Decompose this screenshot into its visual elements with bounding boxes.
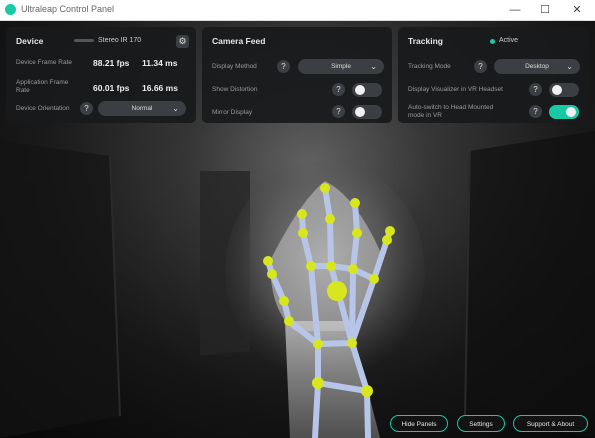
- display-method-select[interactable]: Simple ⌄: [298, 59, 384, 74]
- tracking-status: Active: [499, 37, 519, 44]
- mirror-display-toggle[interactable]: [352, 105, 382, 119]
- toggle-knob: [552, 85, 562, 95]
- tracking-mode-help-icon[interactable]: ?: [474, 60, 487, 73]
- window-title: Ultraleap Control Panel: [21, 4, 115, 14]
- mirror-display-label: Mirror Display: [212, 109, 253, 116]
- app-frame-rate-label: Application Frame Rate: [16, 79, 68, 95]
- device-orientation-label: Device Orientation: [16, 105, 70, 112]
- tracking-mode-value: Desktop: [525, 63, 549, 70]
- auto-switch-label-line1: Auto-switch to Head Mounted: [408, 104, 494, 111]
- chevron-down-icon: ⌄: [370, 62, 377, 71]
- show-distortion-toggle[interactable]: [352, 83, 382, 97]
- support-about-button[interactable]: Support & About: [513, 415, 588, 432]
- toggle-knob: [355, 85, 365, 95]
- vr-visualizer-label: Display Visualizer in VR Headset: [408, 86, 503, 93]
- vr-visualizer-help-icon[interactable]: ?: [529, 83, 542, 96]
- device-orientation-value: Normal: [131, 105, 153, 112]
- ultraleap-logo-icon: [5, 4, 16, 15]
- camera-viewport: Device Stereo IR 170 ⚙ Device Frame Rate…: [0, 21, 595, 438]
- device-panel: Device Stereo IR 170 ⚙ Device Frame Rate…: [6, 27, 196, 123]
- maximize-button[interactable]: ☐: [530, 0, 560, 20]
- camera-feed-panel: Camera Feed Display Method ? Simple ⌄ Sh…: [202, 27, 392, 123]
- minimize-button[interactable]: —: [500, 0, 530, 20]
- app-frame-rate-ms: 16.66 ms: [142, 83, 178, 93]
- mirror-display-help-icon[interactable]: ?: [332, 105, 345, 118]
- device-settings-icon[interactable]: ⚙: [176, 35, 189, 48]
- device-name: Stereo IR 170: [98, 37, 142, 44]
- tracking-mode-select[interactable]: Desktop ⌄: [494, 59, 580, 74]
- title-bar: Ultraleap Control Panel — ☐ ✕: [0, 0, 595, 21]
- toggle-knob: [355, 107, 365, 117]
- app-frame-rate-label-line1: Application Frame: [16, 79, 69, 86]
- chevron-down-icon: ⌄: [566, 62, 573, 71]
- device-orientation-select[interactable]: Normal ⌄: [98, 101, 186, 116]
- toggle-knob: [566, 107, 576, 117]
- device-frame-rate-ms: 11.34 ms: [142, 58, 178, 68]
- close-button[interactable]: ✕: [562, 0, 592, 20]
- device-icon: [74, 39, 94, 42]
- auto-switch-toggle[interactable]: [549, 105, 579, 119]
- display-method-help-icon[interactable]: ?: [277, 60, 290, 73]
- device-panel-title: Device: [16, 36, 44, 46]
- tracking-mode-label: Tracking Mode: [408, 63, 451, 70]
- display-method-value: Simple: [331, 63, 351, 70]
- device-frame-rate-label: Device Frame Rate: [16, 59, 72, 66]
- vr-visualizer-toggle[interactable]: [549, 83, 579, 97]
- hide-panels-button[interactable]: Hide Panels: [390, 415, 448, 432]
- app-frame-rate-label-line2: Rate: [16, 87, 30, 94]
- chevron-down-icon: ⌄: [172, 104, 179, 113]
- device-frame-rate-fps: 88.21 fps: [93, 58, 130, 68]
- auto-switch-label-line2: mode in VR: [408, 112, 442, 119]
- app-frame-rate-fps: 60.01 fps: [93, 83, 130, 93]
- camera-panel-title: Camera Feed: [212, 36, 266, 46]
- settings-button[interactable]: Settings: [457, 415, 505, 432]
- show-distortion-label: Show Distortion: [212, 86, 258, 93]
- auto-switch-label: Auto-switch to Head Mounted mode in VR: [408, 104, 493, 120]
- tracking-panel-title: Tracking: [408, 36, 443, 46]
- orientation-help-icon[interactable]: ?: [80, 102, 93, 115]
- status-dot-icon: [490, 39, 495, 44]
- display-method-label: Display Method: [212, 63, 257, 70]
- tracking-panel: Tracking Active Tracking Mode ? Desktop …: [398, 27, 589, 123]
- show-distortion-help-icon[interactable]: ?: [332, 83, 345, 96]
- auto-switch-help-icon[interactable]: ?: [529, 105, 542, 118]
